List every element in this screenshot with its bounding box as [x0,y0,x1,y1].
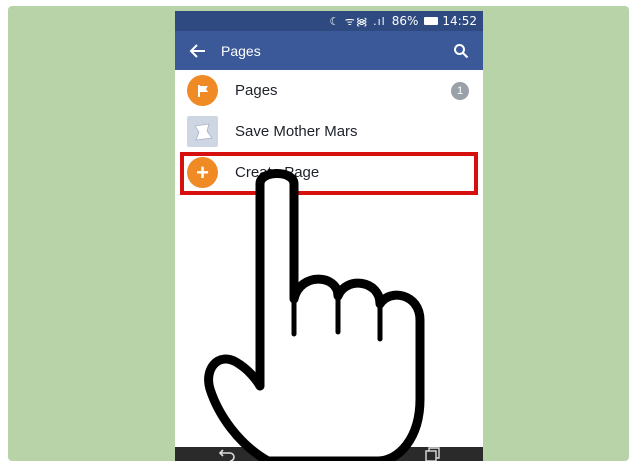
list-item-save-mother-mars[interactable]: Save Mother Mars [175,111,483,152]
list-item-label: Save Mother Mars [235,123,358,140]
list-item-label: Pages [235,82,278,99]
back-icon[interactable] [216,447,236,461]
clock: 14:52 [442,14,477,28]
list-item-create-page[interactable]: + Create Page [175,152,483,193]
list-item-label: Create Page [235,164,320,181]
android-nav-bar [175,447,483,461]
arrow-left-icon[interactable] [189,42,207,60]
status-bar: ☾ ᯤ᯼ .ıl 86% 14:52 [175,11,483,31]
battery-icon [424,17,439,25]
pages-list: Pages 1 Save Mother Mars + Create Page [175,70,483,193]
list-item-pages[interactable]: Pages 1 [175,70,483,111]
home-icon[interactable] [319,447,339,461]
app-bar: Pages [175,31,483,70]
recent-apps-icon[interactable] [422,447,442,461]
page-thumbnail [187,116,218,147]
count-badge: 1 [451,81,469,100]
page-title: Pages [221,42,261,59]
search-icon[interactable] [453,43,469,59]
battery-level: 86% [391,14,419,28]
plus-icon: + [187,157,218,188]
image-frame: ☾ ᯤ᯼ .ıl 86% 14:52 Pages Pages 1 Save Mo… [8,6,629,461]
status-icons: ☾ ᯤ᯼ .ıl [329,14,386,28]
phone-screen: ☾ ᯤ᯼ .ıl 86% 14:52 Pages Pages 1 Save Mo… [175,11,483,461]
flag-icon [187,75,218,106]
